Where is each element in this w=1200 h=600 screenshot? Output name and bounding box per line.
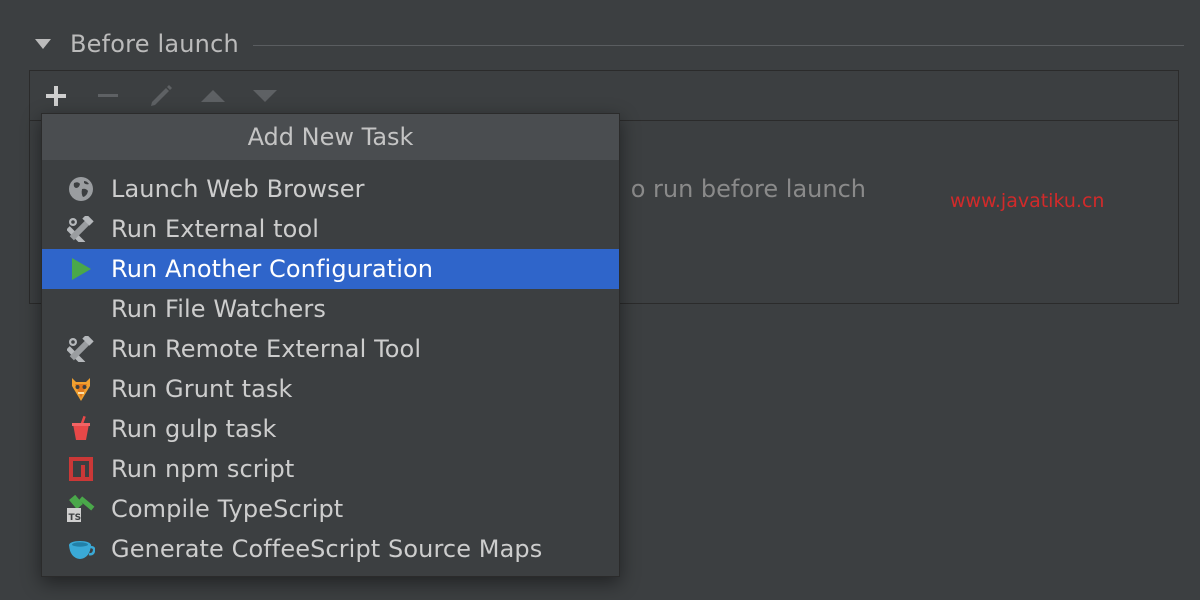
menu-item-label: Run Another Configuration [111, 255, 434, 283]
globe-icon [66, 176, 96, 202]
run-icon [66, 256, 96, 282]
menu-item-launch-web-browser[interactable]: Launch Web Browser [42, 169, 619, 209]
before-launch-header: Before launch [34, 28, 1184, 60]
menu-item-label: Run External tool [111, 215, 319, 243]
menu-item-label: Launch Web Browser [111, 175, 365, 203]
menu-item-run-npm-script[interactable]: Run npm script [42, 449, 619, 489]
menu-item-label: Compile TypeScript [111, 495, 344, 523]
menu-item-label: Run npm script [111, 455, 295, 483]
grunt-icon [66, 376, 96, 402]
arrow-up-icon [201, 90, 225, 102]
svg-text:TS: TS [69, 513, 82, 523]
coffeescript-icon [66, 536, 96, 562]
minus-icon [98, 94, 118, 97]
menu-item-run-external-tool[interactable]: Run External tool [42, 209, 619, 249]
plus-icon [46, 86, 66, 106]
remove-task-button[interactable] [93, 81, 123, 111]
menu-item-run-another-configuration[interactable]: Run Another Configuration [42, 249, 619, 289]
npm-icon [66, 456, 96, 482]
move-down-button[interactable] [250, 81, 280, 111]
menu-item-generate-coffeescript-source-maps[interactable]: Generate CoffeeScript Source Maps [42, 529, 619, 569]
menu-item-compile-typescript[interactable]: TS Compile TypeScript [42, 489, 619, 529]
tools-icon [66, 336, 96, 362]
triangle-down-icon[interactable] [34, 35, 52, 53]
arrow-down-icon [253, 90, 277, 102]
menu-item-label: Generate CoffeeScript Source Maps [111, 535, 543, 563]
section-title: Before launch [70, 30, 239, 58]
edit-task-button[interactable] [146, 81, 176, 111]
menu-item-run-grunt-task[interactable]: Run Grunt task [42, 369, 619, 409]
popup-title: Add New Task [42, 114, 619, 160]
menu-item-run-gulp-task[interactable]: Run gulp task [42, 409, 619, 449]
add-new-task-popup: Add New Task Launch Web Browser Run Exte… [41, 113, 620, 577]
section-divider [252, 44, 1184, 46]
watermark: www.javatiku.cn [950, 190, 1105, 212]
move-up-button[interactable] [198, 81, 228, 111]
typescript-icon: TS [66, 495, 96, 523]
add-task-button[interactable] [41, 81, 71, 111]
tools-icon [66, 216, 96, 242]
menu-item-label: Run File Watchers [111, 295, 326, 323]
menu-item-label: Run Grunt task [111, 375, 293, 403]
menu-item-label: Run gulp task [111, 415, 277, 443]
menu-item-run-remote-external-tool[interactable]: Run Remote External Tool [42, 329, 619, 369]
pencil-icon [151, 85, 172, 106]
task-menu-list: Launch Web Browser Run External tool Run… [42, 169, 619, 569]
menu-item-run-file-watchers[interactable]: Run File Watchers [42, 289, 619, 329]
menu-item-label: Run Remote External Tool [111, 335, 422, 363]
gulp-icon [66, 415, 96, 442]
